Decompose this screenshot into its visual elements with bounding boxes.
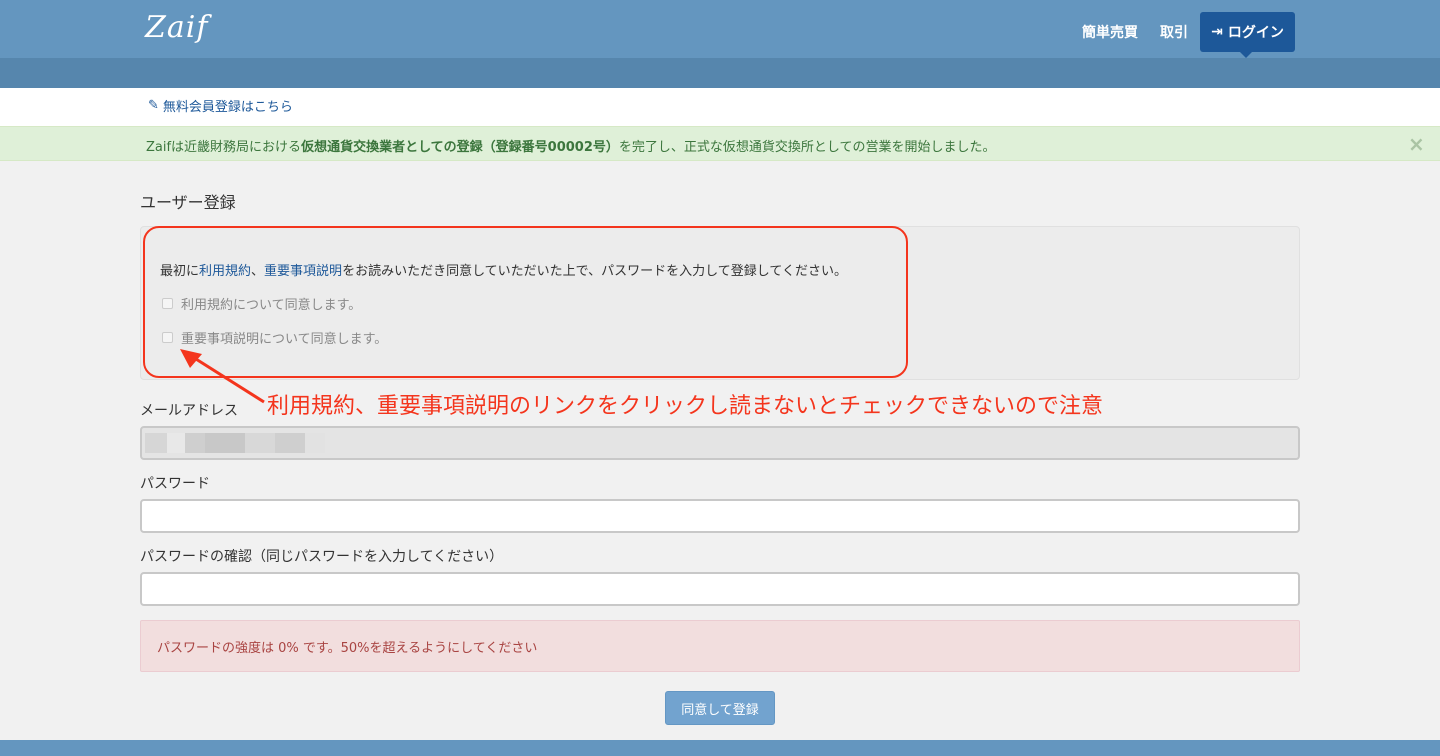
annotation-arrow [180,349,265,404]
agreement-intro: 最初に利用規約、重要事項説明をお読みいただき同意していただいた上で、パスワードを… [160,260,847,279]
agree-disclosure-row[interactable]: 重要事項説明について同意します。 [162,328,387,347]
agree-terms-row[interactable]: 利用規約について同意します。 [162,294,361,313]
password-confirm-field[interactable] [140,572,1300,606]
disclosure-link[interactable]: 重要事項説明 [264,264,342,279]
password-strength-alert: パスワードの強度は 0% です。50%を超えるようにしてください [140,620,1300,672]
email-label: メールアドレス [140,403,238,419]
page-title: ユーザー登録 [140,193,236,212]
agreement-intro-suffix: をお読みいただき同意していただいた上で、パスワードを入力して登録してください。 [342,264,847,279]
agree-terms-label: 利用規約について同意します。 [181,298,362,313]
annotation-text: 利用規約、重要事項説明のリンクをクリックし読まないとチェックできないので注意 [267,394,1104,419]
free-registration-link[interactable]: ✎ 無料会員登録はこちら [148,96,293,115]
agree-and-register-button[interactable]: 同意して登録 [665,691,775,725]
redacted-email [145,433,325,453]
notice-text: Zaifは近畿財務局における仮想通貨交換業者としての登録（登録番号00002号）… [146,136,996,155]
terms-link[interactable]: 利用規約 [199,264,251,279]
free-registration-label: 無料会員登録はこちら [162,100,293,115]
sub-navbar [0,58,1440,88]
registration-notice: Zaifは近畿財務局における仮想通貨交換業者としての登録（登録番号00002号）… [0,126,1440,161]
sign-in-icon: ⇥ [1211,24,1223,40]
password-field[interactable] [140,499,1300,533]
agreement-separator: 、 [251,264,265,279]
nav-market-link[interactable]: 簡単売買 [1082,22,1138,42]
close-icon[interactable]: × [1408,132,1425,156]
agreement-intro-prefix: 最初に [160,264,200,279]
agree-disclosure-checkbox[interactable] [162,332,173,343]
notice-bold: 仮想通貨交換業者としての登録（登録番号00002号） [301,140,619,155]
notice-suffix: を完了し、正式な仮想通貨交換所としての営業を開始しました。 [618,140,996,155]
agree-disclosure-label: 重要事項説明について同意します。 [181,332,388,347]
pencil-icon: ✎ [148,98,159,113]
password-confirm-label: パスワードの確認（同じパスワードを入力してください） [140,549,504,565]
agree-terms-checkbox[interactable] [162,298,173,309]
login-button[interactable]: ⇥ ログイン [1200,12,1295,58]
footer-bar [0,740,1440,756]
zaif-logo[interactable]: Zaif [145,12,208,44]
password-strength-text: パスワードの強度は 0% です。50%を超えるようにしてください [157,641,538,656]
login-button-label: ログイン [1227,25,1284,41]
password-label: パスワード [140,476,210,492]
nav-trade-link[interactable]: 取引 [1160,22,1188,42]
notice-prefix: Zaifは近畿財務局における [146,140,302,155]
